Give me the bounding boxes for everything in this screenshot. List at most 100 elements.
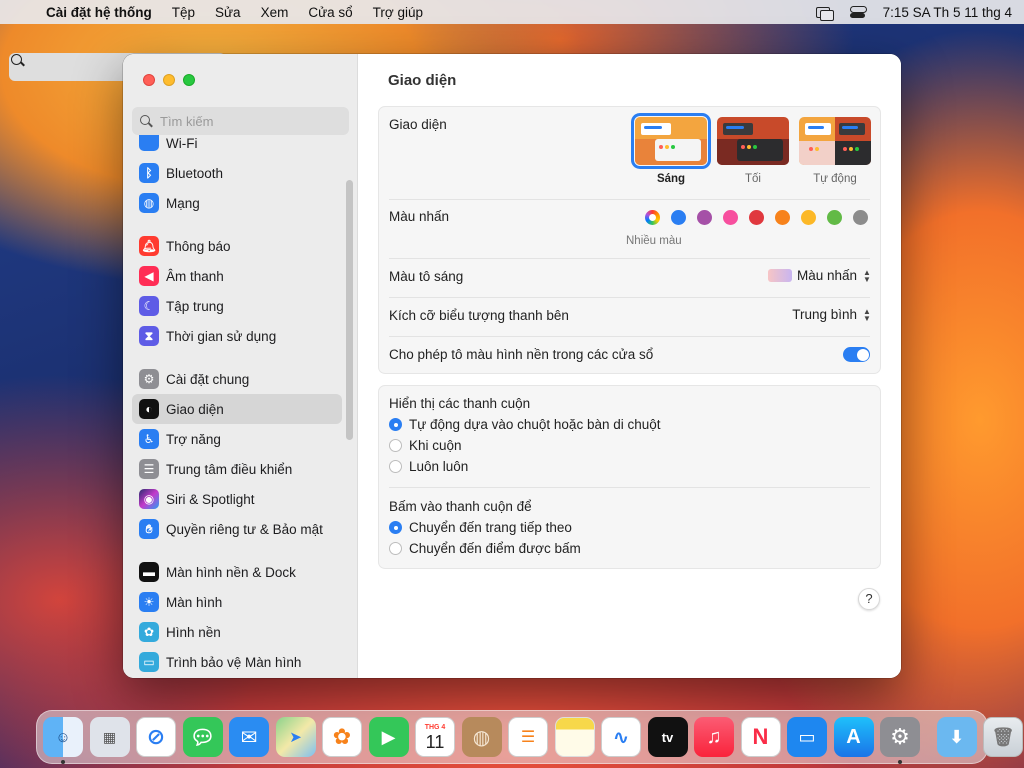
accent-blue-swatch[interactable] <box>671 210 686 225</box>
dock-keynote-icon[interactable]: ▭ <box>787 717 827 757</box>
menu-help[interactable]: Trợ giúp <box>373 5 423 20</box>
dock-calendar-icon[interactable]: THG 4 11 <box>415 717 455 757</box>
sidebar-item-label: Âm thanh <box>166 268 224 284</box>
dock-notes-icon[interactable] <box>554 717 595 757</box>
radio-button[interactable] <box>389 460 402 473</box>
sidebar-item-accessibility[interactable]: ♿︎ Trợ năng <box>132 424 342 454</box>
sidebar-item-control-center[interactable]: ☰ Trung tâm điều khiển <box>132 454 342 484</box>
appearance-dark-thumbnail[interactable] <box>717 117 789 165</box>
siri-icon: ◉ <box>139 489 159 509</box>
accent-multicolor-swatch[interactable] <box>645 210 660 225</box>
accent-orange-swatch[interactable] <box>775 210 790 225</box>
dock-mail-icon[interactable]: ✉ <box>229 717 269 757</box>
dock-freeform-icon[interactable]: ∿ <box>601 717 641 757</box>
help-button[interactable]: ? <box>858 588 880 610</box>
show-scrollbars-when-scrolling-option[interactable]: Khi cuộn <box>389 438 462 453</box>
menu-clock[interactable]: 7:15 SA Th 5 11 thg 4 <box>883 5 1012 20</box>
control-center-icon[interactable] <box>849 5 867 19</box>
radio-button[interactable] <box>389 542 402 555</box>
sidebar-scrollbar[interactable] <box>346 180 353 440</box>
sidebar-item-sound[interactable]: ◀ Âm thanh <box>132 261 342 291</box>
zoom-button[interactable] <box>183 74 195 86</box>
search-placeholder: Tìm kiếm <box>160 113 214 129</box>
radio-button[interactable] <box>389 418 402 431</box>
divider <box>389 487 870 488</box>
show-scrollbars-always-option[interactable]: Luôn luôn <box>389 459 468 474</box>
sidebar-item-privacy-security[interactable]: ✋︎ Quyền riêng tư & Bảo mật <box>132 514 342 544</box>
sidebar-item-wifi[interactable]: Wi-Fi <box>132 135 342 151</box>
accent-purple-swatch[interactable] <box>697 210 712 225</box>
close-button[interactable] <box>143 74 155 86</box>
chevron-updown-icon: ▲ ▼ <box>863 267 871 284</box>
appearance-auto-thumbnail[interactable] <box>799 117 871 165</box>
dock-downloads-icon[interactable]: ⬇ <box>936 717 977 757</box>
flower-icon: ✿ <box>139 622 159 642</box>
show-scrollbars-auto-option[interactable]: Tự động dựa vào chuột hoặc bàn di chuột <box>389 417 661 432</box>
menu-file[interactable]: Tệp <box>172 5 195 20</box>
appearance-label: Giao diện <box>389 117 447 132</box>
dock-safari-icon[interactable]: ⊘ <box>136 717 176 757</box>
sidebar-item-label: Hình nền <box>166 624 221 640</box>
accessibility-icon: ♿︎ <box>139 429 159 449</box>
sidebar-item-general[interactable]: ⚙ Cài đặt chung <box>132 364 342 394</box>
speaker-icon: ◀ <box>139 266 159 286</box>
dock-facetime-icon[interactable]: ▶ <box>368 717 409 757</box>
calendar-day: 11 <box>425 731 445 752</box>
accent-graphite-swatch[interactable] <box>853 210 868 225</box>
dock-reminders-icon[interactable]: ☰ <box>508 717 548 757</box>
dock-photos-icon[interactable]: ✿ <box>322 717 362 757</box>
globe-icon: ◍ <box>139 193 159 213</box>
sidebar-item-notifications[interactable]: 🔔︎ Thông báo <box>132 231 342 261</box>
accent-pink-swatch[interactable] <box>723 210 738 225</box>
sidebar-item-focus[interactable]: ☾ Tập trung <box>132 291 342 321</box>
dock-trash-icon[interactable]: 🗑︎ <box>983 717 1023 757</box>
sidebar-item-screen-time[interactable]: ⧗ Thời gian sử dụng <box>132 321 342 351</box>
calendar-month: THG 4 <box>424 723 446 731</box>
menu-app-name[interactable]: Cài đặt hệ thống <box>46 5 152 20</box>
menu-window[interactable]: Cửa sổ <box>308 5 352 20</box>
radio-label: Khi cuộn <box>409 438 462 453</box>
dock-system-settings-icon[interactable]: ⚙ <box>880 717 920 764</box>
sidebar-icon-size-popup[interactable]: Trung bình ▲ ▼ <box>792 307 872 322</box>
search-input[interactable]: Tìm kiếm <box>132 107 349 135</box>
dock: ☺ ▦ ⊘ 💬︎ ✉ ➤ ✿ ▶ THG 4 11 ◍ ☰ ∿ tv ♫ N ▭… <box>36 710 1023 764</box>
accent-red-swatch[interactable] <box>749 210 764 225</box>
dock-tv-icon[interactable]: tv <box>647 717 688 757</box>
appearance-light-thumbnail[interactable] <box>631 113 711 169</box>
dock-music-icon[interactable]: ♫ <box>694 717 734 757</box>
dock-launchpad-icon[interactable]: ▦ <box>89 717 130 757</box>
menu-edit[interactable]: Sửa <box>215 5 241 20</box>
dock-maps-icon[interactable]: ➤ <box>275 717 316 757</box>
dock-news-icon[interactable]: N <box>740 717 781 757</box>
dock-messages-icon[interactable]: 💬︎ <box>182 717 223 757</box>
radio-button[interactable] <box>389 521 402 534</box>
accent-green-swatch[interactable] <box>827 210 842 225</box>
wallpaper-tinting-toggle[interactable] <box>843 347 870 362</box>
bluetooth-icon: ᛒ <box>139 163 159 183</box>
sidebar: Tìm kiếm Wi-Fi ᛒ Bluetooth ◍ Mạng 🔔︎ Thô… <box>123 54 358 678</box>
radio-button[interactable] <box>389 439 402 452</box>
sidebar-item-label: Mạng <box>166 195 200 211</box>
sidebar-item-desktop-dock[interactable]: ▬ Màn hình nền & Dock <box>132 557 342 587</box>
dock-finder-icon[interactable]: ☺ <box>43 717 83 764</box>
click-scrollbar-spot-option[interactable]: Chuyển đến điểm được bấm <box>389 541 581 556</box>
dock-contacts-icon[interactable]: ◍ <box>461 717 502 757</box>
sidebar-item-siri-spotlight[interactable]: ◉ Siri & Spotlight <box>132 484 342 514</box>
accent-yellow-swatch[interactable] <box>801 210 816 225</box>
sidebar-item-screen-saver[interactable]: ▭ Trình bảo vệ Màn hình <box>132 647 342 677</box>
dock-app-store-icon[interactable]: A <box>833 717 874 757</box>
appearance-auto-label: Tự động <box>813 173 857 185</box>
radio-label: Tự động dựa vào chuột hoặc bàn di chuột <box>409 417 661 432</box>
sidebar-item-bluetooth[interactable]: ᛒ Bluetooth <box>132 158 342 188</box>
screen-mirroring-icon[interactable] <box>815 5 834 21</box>
sidebar-item-appearance[interactable]: ◐ Giao diện <box>132 394 342 424</box>
highlight-color-popup[interactable]: Màu nhấn ▲ ▼ <box>767 267 872 284</box>
appearance-settings-group: Giao diện Sáng Tối Tự động Màu nhấn Nhiề… <box>378 106 881 374</box>
menu-view[interactable]: Xem <box>261 5 289 20</box>
sidebar-item-displays[interactable]: ☀ Màn hình <box>132 587 342 617</box>
sidebar-item-wallpaper[interactable]: ✿ Hình nền <box>132 617 342 647</box>
tv-label: tv <box>661 729 674 745</box>
sidebar-item-network[interactable]: ◍ Mạng <box>132 188 342 218</box>
click-scrollbar-next-page-option[interactable]: Chuyển đến trang tiếp theo <box>389 520 572 535</box>
minimize-button[interactable] <box>163 74 175 86</box>
